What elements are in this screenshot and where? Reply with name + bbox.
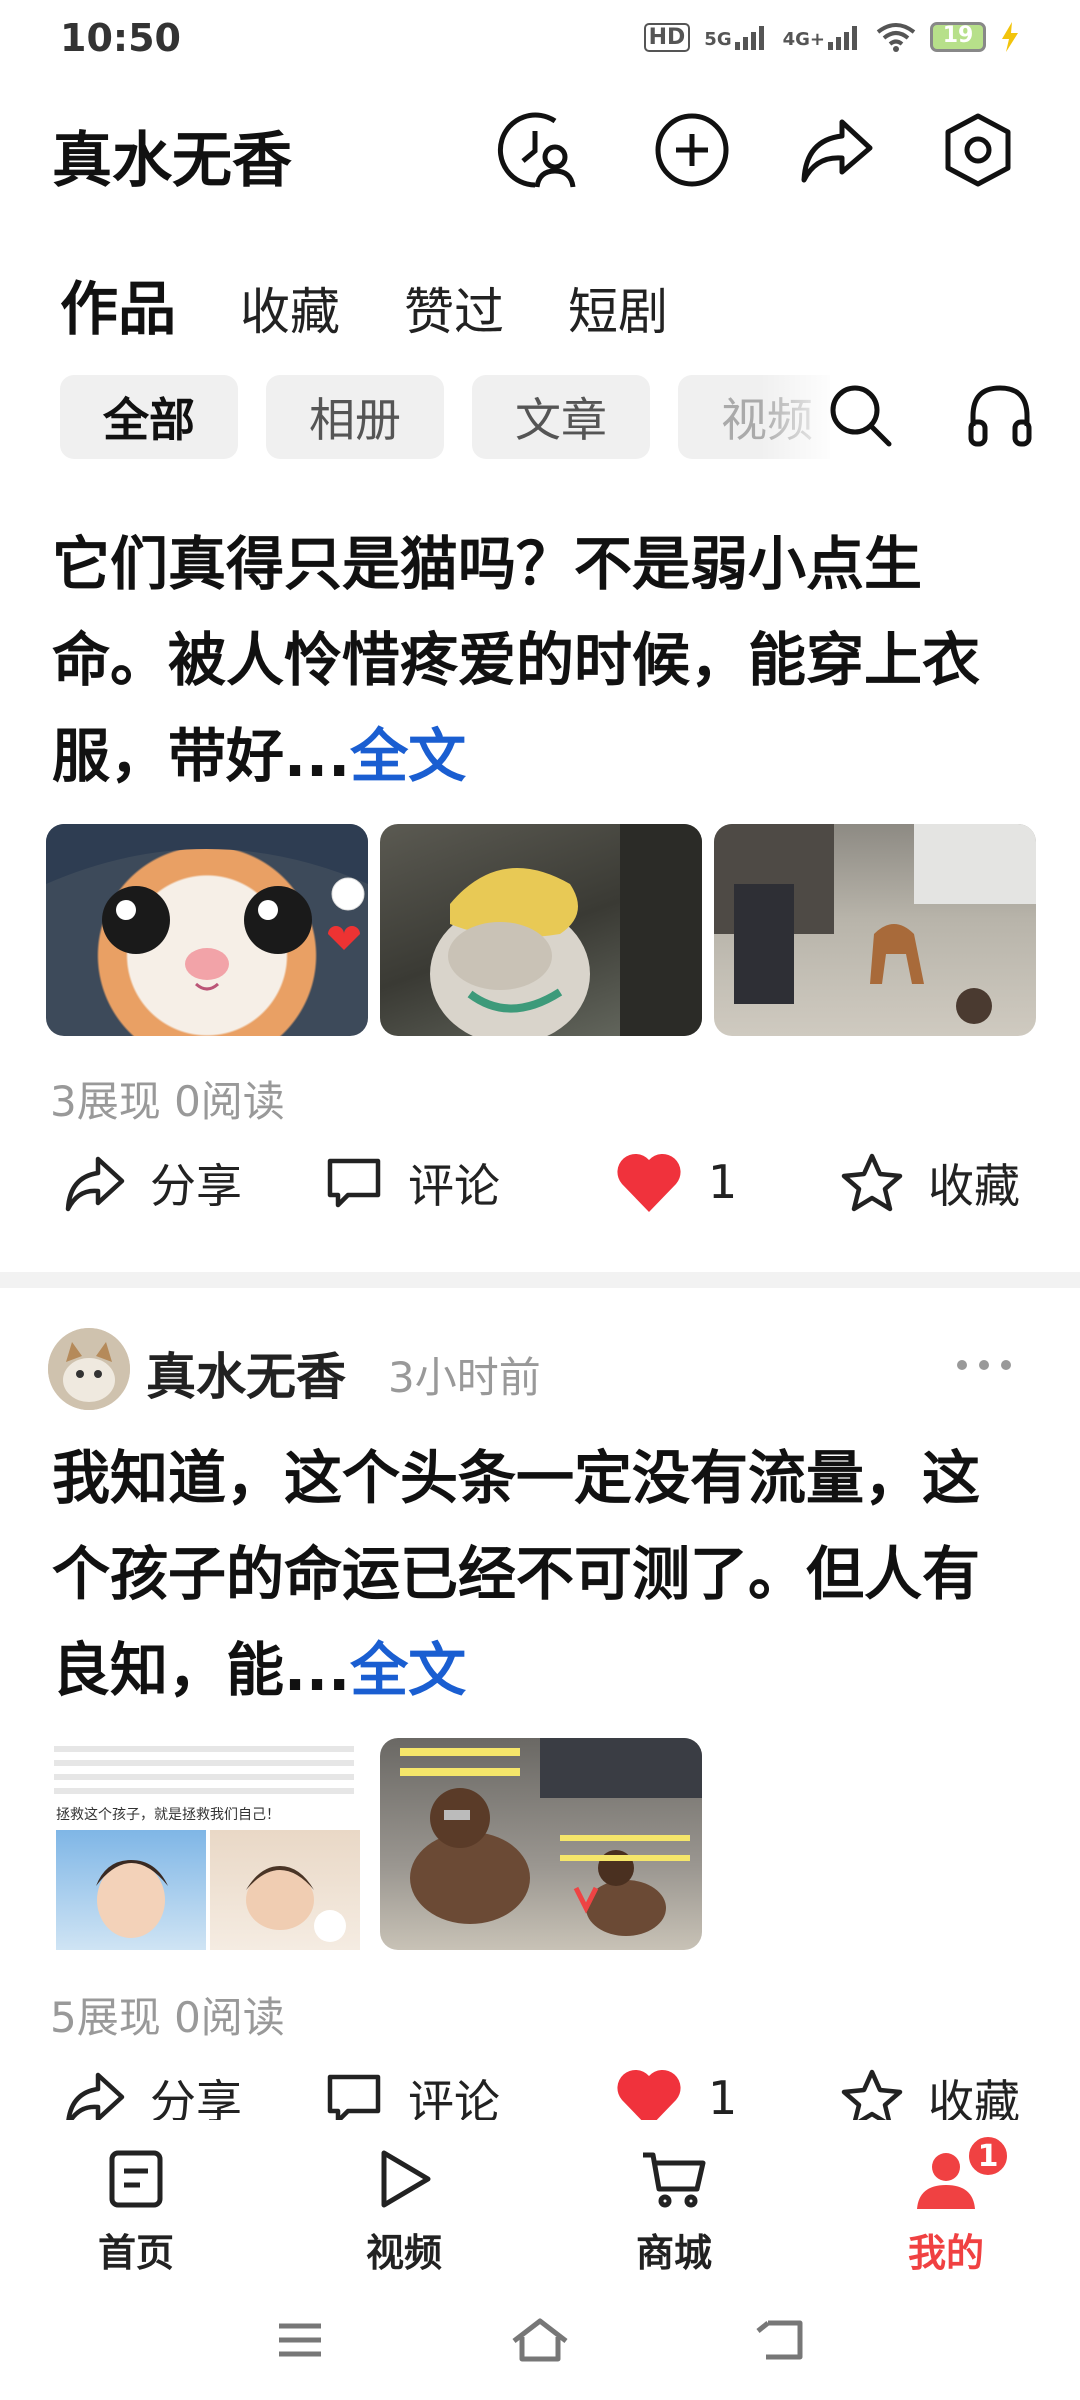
add-icon — [655, 113, 729, 187]
play-icon — [381, 2150, 431, 2208]
nav-home[interactable]: 首页 — [46, 2144, 226, 2277]
content-tabs: 作品 收藏 赞过 短剧 — [60, 262, 668, 346]
filter-albums[interactable]: 相册 — [266, 375, 444, 459]
settings-button[interactable] — [928, 100, 1028, 200]
author-name[interactable]: 真水无香 — [146, 1337, 346, 1409]
post-2-image-children[interactable]: 拯救这个孩子，就是拯救我们自己！ — [46, 1738, 368, 1950]
wifi-icon — [876, 23, 916, 52]
share-icon — [801, 119, 873, 183]
back-button[interactable] — [730, 2300, 830, 2380]
heart-filled-icon — [617, 1153, 681, 1212]
nav-me[interactable]: 1 我的 — [856, 2134, 1036, 2277]
comment-icon — [327, 2074, 381, 2120]
post-1-images — [46, 824, 1036, 1036]
history-user-icon — [497, 112, 576, 188]
post-1-comment-button[interactable]: 评论 — [324, 1150, 500, 1216]
post-2-read-more[interactable]: 全文 — [350, 1636, 466, 1704]
post-2-images: 拯救这个孩子，就是拯救我们自己！ — [46, 1738, 702, 1950]
post-2-text[interactable]: 我知道，这个头条一定没有流量，这个孩子的命运已经不可测了。但人有良知，能...全… — [52, 1430, 1028, 1718]
share-icon — [66, 2072, 125, 2120]
profile-header: 真水无香 — [0, 100, 1080, 200]
post-2-stats: 5展现 0阅读 — [50, 1993, 285, 2042]
signal-5g-icon: 5G — [704, 24, 768, 50]
tab-short-drama[interactable]: 短剧 — [568, 272, 668, 344]
home-button[interactable] — [490, 2300, 590, 2380]
share-profile-button[interactable] — [786, 100, 886, 200]
post-1-share-button[interactable]: 分享 — [62, 1150, 242, 1216]
clock: 10:50 — [60, 16, 181, 60]
back-icon — [756, 2320, 803, 2360]
recent-apps-button[interactable] — [250, 2300, 350, 2380]
filter-all[interactable]: 全部 — [60, 375, 238, 459]
post-1-image-cat[interactable] — [46, 824, 368, 1036]
home-doc-icon — [109, 2150, 163, 2208]
heart-filled-icon — [617, 2069, 681, 2120]
nav-video[interactable]: 视频 — [314, 2144, 494, 2277]
search-icon — [830, 385, 892, 447]
post-1-image-dog-street[interactable] — [714, 824, 1036, 1036]
dot-icon — [957, 1360, 967, 1370]
dot-icon — [1001, 1360, 1011, 1370]
post-2-favorite-button[interactable]: 收藏 — [840, 2066, 1020, 2120]
post-2-comment-button[interactable]: 评论 — [324, 2066, 500, 2120]
add-button[interactable] — [642, 100, 742, 200]
filter-chips: 全部 相册 文章 视频 — [60, 375, 830, 459]
battery-icon: 19 — [930, 22, 986, 52]
author-avatar[interactable] — [48, 1328, 130, 1410]
page-title: 真水无香 — [52, 126, 292, 196]
hd-icon: HD — [643, 22, 691, 52]
status-bar: 10:50 HD 5G 4G+ 19 — [0, 0, 1080, 80]
post-more-button[interactable] — [944, 1340, 1024, 1390]
post-1-stats: 3展现 0阅读 — [50, 1077, 285, 1126]
listen-button[interactable] — [950, 365, 1050, 465]
bottom-nav: 首页 视频 商城 1 我的 — [0, 2120, 1080, 2275]
post-2-actions: 分享 评论 1 收藏 — [0, 2066, 1080, 2120]
share-icon — [65, 1156, 125, 1212]
tab-works[interactable]: 作品 — [60, 262, 176, 346]
nav-mall[interactable]: 商城 — [584, 2144, 764, 2277]
charging-icon — [1002, 22, 1018, 52]
search-button[interactable] — [810, 365, 910, 465]
star-icon — [841, 1153, 903, 1212]
post-1-image-cat-hat[interactable] — [380, 824, 702, 1036]
system-nav-bar — [0, 2280, 1080, 2400]
post-time: 3小时前 — [388, 1353, 541, 1402]
settings-icon — [945, 113, 1011, 187]
post-1-text[interactable]: 它们真得只是猫吗？不是弱小点生命。被人怜惜疼爱的时候，能穿上衣服，带好...全文 — [52, 516, 1028, 804]
post-1-read-more[interactable]: 全文 — [350, 722, 466, 790]
post-2-image-toddler[interactable] — [380, 1738, 702, 1950]
post-divider — [0, 1272, 1080, 1288]
headphones-icon — [968, 385, 1032, 447]
post-2-share-button[interactable]: 分享 — [62, 2066, 242, 2120]
notification-badge: 1 — [966, 2134, 1010, 2178]
comment-icon — [327, 1158, 381, 1208]
home-icon — [512, 2318, 568, 2362]
menu-icon — [279, 2323, 321, 2357]
star-icon — [841, 2069, 903, 2120]
status-icons: HD 5G 4G+ 19 — [643, 22, 1020, 52]
dot-icon — [979, 1360, 989, 1370]
post-1-like-button[interactable]: 1 — [614, 1150, 737, 1214]
tab-liked[interactable]: 赞过 — [404, 272, 504, 344]
post-1-actions: 分享 评论 1 收藏 — [0, 1150, 1080, 1250]
post-2-like-button[interactable]: 1 — [614, 2066, 737, 2120]
signal-4g-icon: 4G+ — [783, 24, 862, 50]
tab-favorites[interactable]: 收藏 — [240, 272, 340, 344]
cart-icon — [643, 2152, 706, 2208]
history-button[interactable] — [488, 100, 588, 200]
post-1-favorite-button[interactable]: 收藏 — [840, 1150, 1020, 1216]
filter-articles[interactable]: 文章 — [472, 375, 650, 459]
